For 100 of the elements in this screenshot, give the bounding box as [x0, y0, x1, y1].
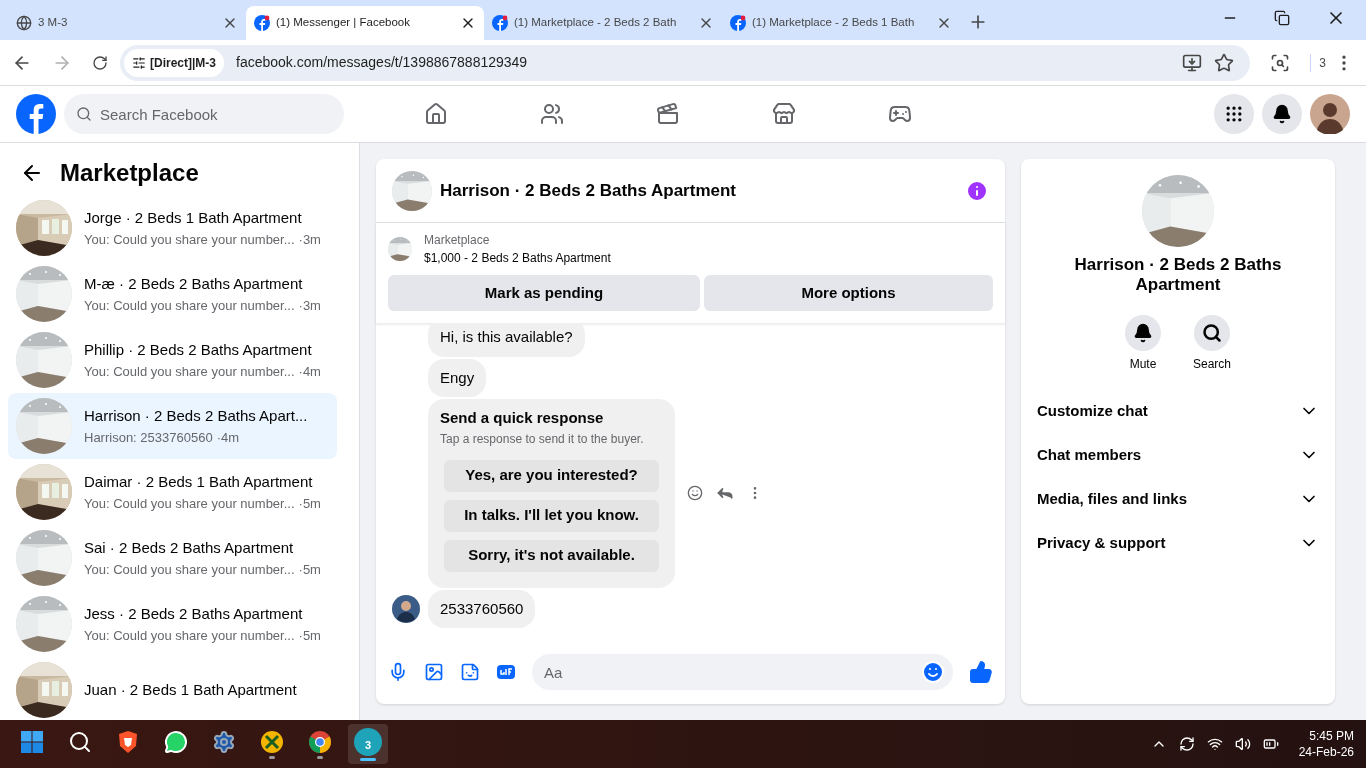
home-icon[interactable] — [424, 102, 448, 126]
install-icon[interactable] — [1182, 52, 1203, 73]
action-button[interactable] — [1125, 315, 1161, 351]
people-icon[interactable] — [540, 102, 564, 126]
tab-title: (1) Marketplace - 2 Beds 1 Bath — [752, 15, 916, 31]
conversation-title: Sai · 2 Beds 2 Baths Apartment — [84, 538, 295, 558]
chat-title: Harrison · 2 Beds 2 Baths Apartment — [440, 179, 737, 202]
quick-reply-button[interactable]: Yes, are you interested? — [444, 459, 659, 492]
settings-icon[interactable] — [212, 729, 236, 754]
action-label: Mute — [1129, 356, 1157, 373]
quick-reply-button[interactable]: In talks. I'll let you know. — [444, 499, 659, 532]
site-info-chip[interactable]: [Direct]|M-3 — [124, 48, 225, 77]
conversation-item[interactable]: Juan · 2 Beds 1 Bath Apartment — [8, 657, 337, 720]
network-icon[interactable] — [1206, 736, 1223, 752]
conversation-item[interactable]: Harrison · 2 Beds 2 Baths Apart... Harrison: 2533760560 ·4m — [8, 393, 337, 459]
tune-icon — [132, 55, 146, 70]
message-preview: You: Could you share your number... — [84, 626, 295, 645]
microphone-icon[interactable] — [388, 662, 408, 682]
search-icon — [76, 106, 92, 122]
url-text: facebook.com/messages/t/1398867888129349 — [236, 53, 529, 72]
conversation-item[interactable]: Sai · 2 Beds 2 Baths Apartment You: Could you share your number... ·5m — [8, 525, 337, 591]
details-section[interactable]: Customize chat — [1029, 389, 1327, 433]
photo-icon[interactable] — [424, 662, 444, 682]
bell-icon — [1133, 323, 1153, 343]
video-icon[interactable] — [656, 102, 680, 126]
conversation-item[interactable]: Phillip · 2 Beds 2 Baths Apartment You: Could you share your number... ·4m — [8, 327, 337, 393]
message-preview: You: Could you share your number... — [84, 494, 295, 513]
browser-tab[interactable]: (1) Marketplace - 2 Beds 2 Bath — [484, 6, 722, 40]
conversation-title: Jorge · 2 Beds 1 Bath Apartment — [84, 208, 303, 228]
facebook-logo[interactable] — [16, 94, 56, 134]
search-field[interactable]: Search Facebook — [64, 94, 344, 134]
message-preview: Harrison: 2533760560 — [84, 428, 213, 447]
globe-icon — [16, 15, 32, 31]
clock-time[interactable]: 5:45 PM — [1309, 728, 1354, 744]
chat-bubble-icon[interactable] — [164, 729, 188, 754]
profile-count[interactable]: 3 — [1310, 53, 1326, 72]
message-input[interactable]: Aa — [532, 654, 953, 690]
message-time: ·4m — [298, 362, 321, 381]
store-icon[interactable] — [772, 102, 796, 126]
section-label: Chat members — [1037, 444, 1142, 465]
browser-tab[interactable]: (1) Messenger | Facebook — [246, 6, 484, 40]
message-preview: You: Could you share your number... — [84, 296, 295, 315]
restore-icon[interactable] — [1274, 10, 1290, 26]
message-time: ·4m — [216, 428, 240, 447]
conversation-title: Jess · 2 Beds 2 Baths Apartment — [84, 604, 304, 624]
message-time: ·5m — [298, 626, 321, 645]
thumbs-up-icon[interactable] — [969, 660, 993, 684]
message-time: ·5m — [298, 494, 321, 513]
conversation-title: Harrison · 2 Beds 2 Baths Apart... — [84, 406, 308, 426]
action-button[interactable] — [1194, 315, 1230, 351]
search-icon[interactable] — [68, 729, 92, 754]
message-preview: You: Could you share your number... — [84, 560, 295, 579]
gif-icon[interactable] — [496, 662, 516, 682]
card-title: Send a quick response — [440, 408, 605, 428]
reload-icon[interactable] — [92, 54, 108, 71]
facebook-icon — [730, 15, 746, 31]
bookmark-star-icon[interactable] — [1214, 52, 1235, 73]
listing-title[interactable]: $1,000 - 2 Beds 2 Baths Apartment — [424, 249, 611, 267]
tab-title: (1) Marketplace - 2 Beds 2 Bath — [514, 15, 678, 31]
conversation-item[interactable]: Jorge · 2 Beds 1 Bath Apartment You: Could you share your number... ·3m — [8, 195, 337, 261]
shield-icon[interactable] — [116, 729, 140, 754]
message-preview: You: Could you share your number... — [84, 230, 295, 249]
volume-icon[interactable] — [1234, 736, 1251, 752]
quick-reply-button[interactable]: Sorry, it's not available. — [444, 539, 659, 572]
message-preview: You: Could you share your number... — [84, 362, 295, 381]
lens-icon[interactable] — [1270, 52, 1291, 73]
conversation-title: M-æ · 2 Beds 2 Baths Apartment — [84, 274, 304, 294]
address-bar[interactable]: [Direct]|M-3 facebook.com/messages/t/1398867888129349 — [120, 44, 1251, 81]
conversation-item[interactable]: Daimar · 2 Beds 1 Bath Apartment You: Could you share your number... ·5m — [8, 459, 337, 525]
message-time: ·3m — [298, 230, 321, 249]
cross-icon[interactable] — [260, 729, 284, 754]
menu-button[interactable] — [1214, 94, 1254, 134]
sticker-icon[interactable] — [460, 662, 480, 682]
windows-start-icon[interactable] — [20, 729, 44, 754]
sync-icon[interactable] — [1178, 736, 1195, 752]
section-label: Customize chat — [1037, 400, 1148, 421]
avatar[interactable] — [1310, 94, 1350, 134]
details-section[interactable]: Privacy & support — [1029, 521, 1327, 565]
listing-action-button[interactable]: More options — [704, 275, 993, 311]
listing-action-button[interactable]: Mark as pending — [388, 275, 700, 311]
browser-tab[interactable]: 3 M-3 — [8, 6, 246, 40]
conversation-title: Juan · 2 Beds 1 Bath Apartment — [84, 679, 297, 700]
battery-icon[interactable] — [1262, 736, 1279, 752]
conversation-item[interactable]: M-æ · 2 Beds 2 Baths Apartment You: Could you share your number... ·3m — [8, 261, 337, 327]
conversation-item[interactable]: Jess · 2 Beds 2 Baths Apartment You: Could you share your number... ·5m — [8, 591, 337, 657]
search-icon — [1202, 323, 1222, 343]
avatar — [392, 594, 420, 623]
clock-date[interactable]: 24-Feb-26 — [1298, 744, 1354, 760]
section-label: Media, files and links — [1037, 488, 1188, 509]
notifications-button[interactable] — [1262, 94, 1302, 134]
section-label: Privacy & support — [1037, 532, 1166, 553]
details-section[interactable]: Chat members — [1029, 433, 1327, 477]
message-bubble: Engy — [428, 358, 487, 397]
conversation-title: Daimar · 2 Beds 1 Bath Apartment — [84, 472, 314, 492]
chrome-icon[interactable] — [308, 729, 332, 754]
action-label: Search — [1193, 356, 1231, 373]
emoji-icon[interactable] — [687, 485, 703, 502]
browser-tab[interactable]: (1) Marketplace - 2 Beds 1 Bath — [722, 6, 960, 40]
tab-title: (1) Messenger | Facebook — [276, 15, 412, 31]
details-section[interactable]: Media, files and links — [1029, 477, 1327, 521]
